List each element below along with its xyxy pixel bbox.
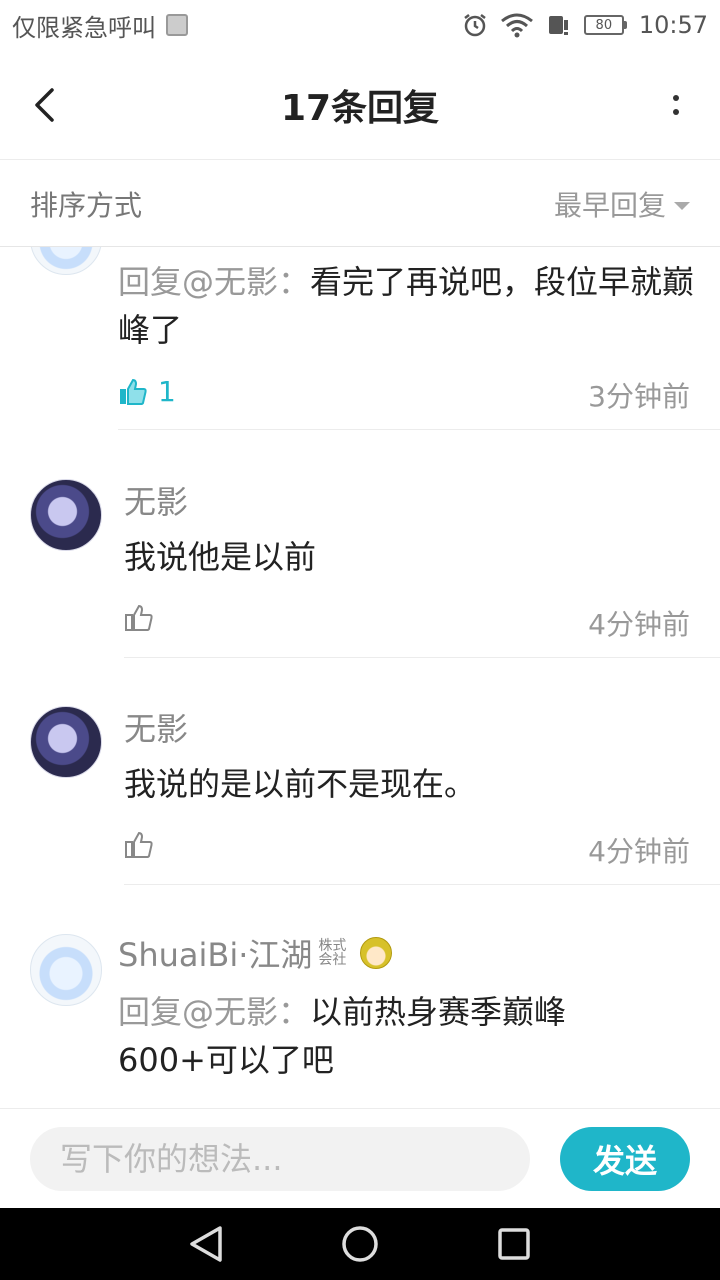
sim-alert-icon [548, 16, 568, 35]
sort-selected-value: 最早回复 [553, 188, 666, 222]
app-bar: 17条回复 [0, 50, 720, 160]
avatar-badge-icon [360, 937, 393, 969]
chevron-left-icon [35, 88, 54, 122]
system-nav-bar [0, 1208, 720, 1280]
comment-body: 我说他是以前 [124, 538, 317, 576]
comment-body: 我说的是以前不是现在。 [124, 765, 477, 803]
reply-input[interactable] [30, 1126, 530, 1191]
back-button[interactable] [24, 80, 64, 130]
comment-time: 4分钟前 [588, 608, 690, 641]
sort-dropdown[interactable]: 最早回复 [554, 184, 690, 224]
more-options-button[interactable] [666, 80, 686, 130]
more-dots-icon [673, 95, 679, 101]
avatar[interactable] [30, 934, 102, 1006]
like-button[interactable] [124, 830, 154, 860]
carrier-text: 仅限紧急呼叫 [12, 13, 156, 42]
reply-input-bar: 发送 [0, 1108, 720, 1208]
avatar[interactable] [30, 706, 102, 778]
avatar[interactable] [30, 247, 102, 275]
caret-down-icon [674, 201, 690, 210]
comment-text: 回复@无影：看完了再说吧，段位早就巅峰了 [118, 258, 698, 354]
page-title: 17条回复 [280, 87, 440, 129]
author-name: 无影 [124, 483, 189, 521]
thumbs-up-filled-icon [120, 378, 147, 405]
comment-author[interactable]: 无影 [124, 477, 188, 523]
divider [124, 884, 720, 885]
thumbs-up-icon [125, 831, 153, 858]
home-circle-icon[interactable] [340, 1224, 380, 1264]
recents-square-icon[interactable] [496, 1226, 532, 1262]
battery-icon: 80 [583, 15, 627, 35]
comment-text: 回复@无影：以前热身赛季巅峰600+可以了吧 [118, 988, 658, 1084]
like-button[interactable] [124, 603, 154, 633]
comment-time: 4分钟前 [588, 835, 690, 868]
divider [118, 429, 720, 430]
reply-mention[interactable]: 回复@无影： [118, 993, 310, 1031]
image-notification-icon [166, 14, 188, 36]
alarm-icon [464, 14, 486, 37]
author-name: 无影 [124, 710, 189, 748]
comment-author[interactable]: ShuaiBi·江湖 株式会社 [118, 930, 393, 976]
avatar[interactable] [30, 479, 102, 551]
comment-author[interactable]: 无影 [124, 704, 188, 750]
battery-level: 80 [583, 15, 624, 35]
thumbs-up-icon [125, 604, 153, 631]
comment-time: 3分钟前 [588, 380, 690, 413]
status-bar: 仅限紧急呼叫 80 10:57 [0, 0, 720, 50]
wifi-icon [500, 13, 533, 38]
send-button[interactable]: 发送 [560, 1126, 690, 1191]
like-button[interactable]: 1 [118, 375, 176, 408]
clock: 10:57 [638, 11, 708, 39]
sort-label: 排序方式 [30, 188, 143, 222]
sort-bar: 排序方式 最早回复 [0, 161, 720, 247]
back-triangle-icon[interactable] [188, 1224, 224, 1264]
author-badge: 株式会社 [318, 938, 347, 968]
reply-mention[interactable]: 回复@无影： [118, 263, 310, 301]
like-count: 1 [158, 375, 176, 408]
divider [124, 657, 720, 658]
comment-list[interactable]: 回复@无影：看完了再说吧，段位早就巅峰了 1 3分钟前 无影 我说他是以前 4分… [0, 247, 720, 1107]
author-name: ShuaiBi·江湖 [118, 936, 313, 974]
